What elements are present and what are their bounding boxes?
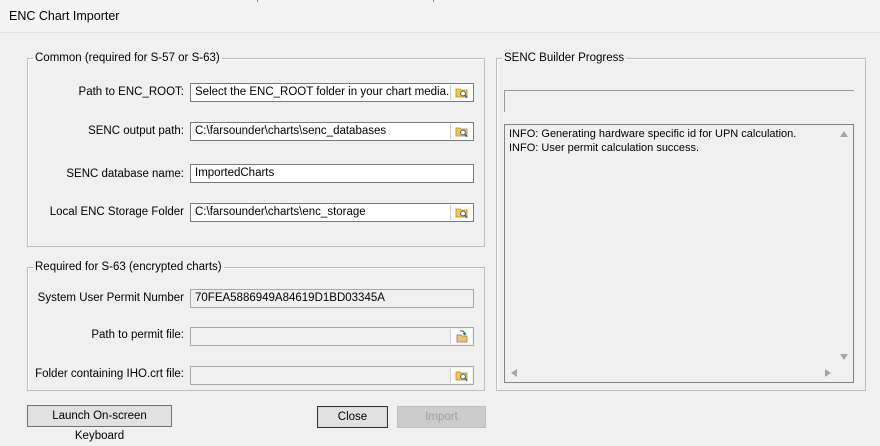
scroll-down-icon[interactable] — [840, 354, 848, 360]
folder-search-icon — [455, 88, 468, 99]
senc-db-name-label: SENC database name: — [66, 168, 184, 180]
log-line: INFO: User permit calculation success. — [509, 141, 700, 154]
permit-file-field[interactable] — [190, 327, 474, 346]
local-storage-browse-button[interactable] — [450, 205, 472, 220]
title-bar: ENC Chart Importer — [0, 0, 880, 33]
user-permit-label: System User Permit Number — [37, 292, 184, 304]
senc-db-name-value: ImportedCharts — [195, 167, 275, 179]
iho-folder-browse-button[interactable] — [450, 368, 472, 383]
senc-output-label: SENC output path: — [88, 125, 184, 137]
title-bar-mark — [257, 0, 258, 2]
launch-keyboard-button[interactable]: Launch On-screen Keyboard — [27, 405, 172, 442]
iho-folder-field[interactable] — [190, 366, 474, 385]
open-file-icon — [456, 330, 467, 343]
folder-search-icon — [455, 127, 468, 138]
local-storage-label: Local ENC Storage Folder — [49, 206, 184, 218]
local-storage-field[interactable]: C:\farsounder\charts\enc_storage — [190, 203, 474, 222]
enc-root-field[interactable]: Select the ENC_ROOT folder in your chart… — [190, 83, 474, 102]
iho-folder-label: Folder containing IHO.crt file: — [35, 368, 184, 380]
folder-search-icon — [455, 208, 468, 219]
log-horizontal-scrollbar[interactable] — [506, 365, 836, 381]
common-group-legend: Common (required for S-57 or S-63) — [35, 52, 220, 64]
senc-output-browse-button[interactable] — [450, 124, 472, 139]
progress-log-lines: INFO: Generating hardware specific id fo… — [509, 128, 835, 155]
senc-builder-progress-legend: SENC Builder Progress — [504, 52, 625, 64]
enc-root-browse-button[interactable] — [450, 85, 472, 100]
progress-log[interactable]: INFO: Generating hardware specific id fo… — [504, 124, 854, 383]
permit-file-browse-button[interactable] — [450, 329, 472, 344]
enc-root-label: Path to ENC_ROOT: — [78, 86, 184, 98]
senc-output-value: C:\farsounder\charts\senc_databases — [195, 125, 387, 137]
permit-file-label: Path to permit file: — [91, 329, 184, 341]
scroll-right-icon[interactable] — [825, 369, 831, 377]
folder-search-icon — [455, 371, 468, 382]
scroll-up-icon[interactable] — [840, 131, 848, 137]
user-permit-value: 70FEA5886949A84619D1BD03345A — [195, 292, 385, 304]
s63-group-legend: Required for S-63 (encrypted charts) — [35, 261, 222, 273]
import-button: Import — [397, 406, 486, 428]
senc-builder-progress-bar — [504, 90, 854, 112]
senc-output-field[interactable]: C:\farsounder\charts\senc_databases — [190, 122, 474, 141]
window-title: ENC Chart Importer — [9, 9, 120, 23]
user-permit-field: 70FEA5886949A84619D1BD03345A — [190, 289, 474, 308]
senc-db-name-input[interactable]: ImportedCharts — [190, 164, 474, 183]
title-bar-mark — [433, 0, 434, 2]
log-line: INFO: Generating hardware specific id fo… — [509, 128, 797, 140]
enc-root-value: Select the ENC_ROOT folder in your chart… — [195, 86, 450, 98]
local-storage-value: C:\farsounder\charts\enc_storage — [195, 206, 366, 218]
scroll-left-icon[interactable] — [511, 369, 517, 377]
log-vertical-scrollbar[interactable] — [836, 126, 852, 365]
enc-chart-importer-window: ENC Chart Importer Common (required for … — [0, 0, 880, 442]
close-button[interactable]: Close — [317, 406, 388, 428]
